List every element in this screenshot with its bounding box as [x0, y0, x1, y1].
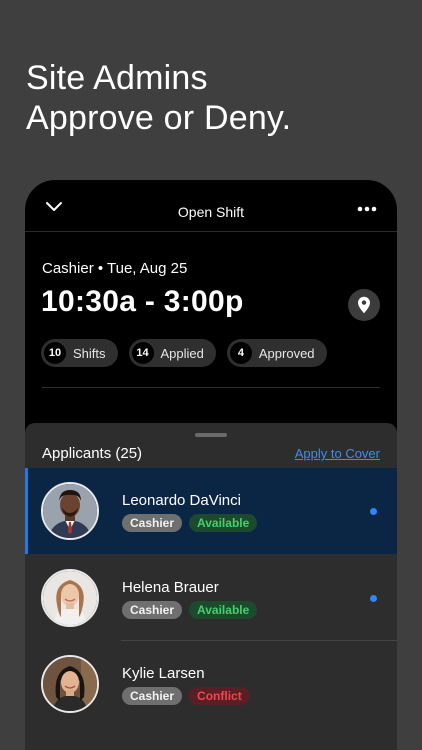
stat-count: 10	[44, 342, 66, 364]
headline-line-1: Site Admins	[26, 59, 208, 97]
shift-info: Cashier • Tue, Aug 25	[42, 260, 188, 277]
applicant-name: Leonardo DaVinci	[122, 492, 241, 509]
applicant-row[interactable]: Helena Brauer Cashier Available	[25, 555, 397, 641]
applicant-name: Kylie Larsen	[122, 665, 205, 682]
shift-time: 10:30a - 3:00p	[41, 285, 244, 318]
stat-applied: 14 Applied	[128, 339, 216, 367]
stat-shifts: 10 Shifts	[41, 339, 118, 367]
role-badge: Cashier	[122, 601, 183, 619]
drag-handle[interactable]	[195, 433, 227, 437]
screen-title: Open Shift	[177, 204, 245, 220]
shift-stats: 10 Shifts 14 Applied 4 Approved	[41, 339, 327, 367]
phone-screen: Open Shift Cashier • Tue, Aug 25 10:30a …	[25, 180, 397, 750]
divider	[42, 387, 380, 388]
applicant-row[interactable]: Kylie Larsen Cashier Conflict	[25, 641, 397, 727]
location-button[interactable]	[348, 289, 380, 321]
applicant-name: Helena Brauer	[122, 579, 219, 596]
status-badge: Available	[189, 601, 258, 619]
more-icon[interactable]	[357, 206, 377, 212]
stat-count: 14	[131, 342, 154, 364]
headline-line-2: Approve or Deny.	[26, 99, 292, 137]
unread-dot	[370, 595, 377, 602]
unread-dot	[370, 508, 377, 515]
avatar	[41, 655, 99, 713]
stat-approved: 4 Approved	[226, 339, 327, 367]
status-badge: Conflict	[189, 687, 250, 705]
status-badge: Available	[189, 514, 258, 532]
apply-to-cover-link[interactable]: Apply to Cover	[295, 446, 380, 461]
applicant-row[interactable]: Leonardo DaVinci Cashier Available	[25, 468, 397, 554]
applicants-header: Applicants (25) Apply to Cover	[42, 445, 380, 462]
applicant-tags: Cashier Available	[122, 514, 258, 532]
stat-label: Applied	[160, 345, 204, 361]
applicant-tags: Cashier Conflict	[122, 687, 250, 705]
map-pin-icon	[358, 296, 370, 314]
stat-label: Shifts	[73, 345, 106, 361]
role-badge: Cashier	[122, 514, 183, 532]
headline: Site Admins Approve or Deny.	[26, 58, 291, 138]
avatar	[41, 569, 99, 627]
top-bar: Open Shift	[25, 180, 397, 232]
avatar	[41, 482, 99, 540]
applicant-tags: Cashier Available	[122, 601, 258, 619]
applicants-sheet: Applicants (25) Apply to Cover Leonardo …	[25, 423, 397, 750]
applicants-title: Applicants (25)	[42, 445, 143, 462]
role-badge: Cashier	[122, 687, 183, 705]
stat-count: 4	[229, 342, 252, 364]
stat-label: Approved	[258, 345, 315, 361]
